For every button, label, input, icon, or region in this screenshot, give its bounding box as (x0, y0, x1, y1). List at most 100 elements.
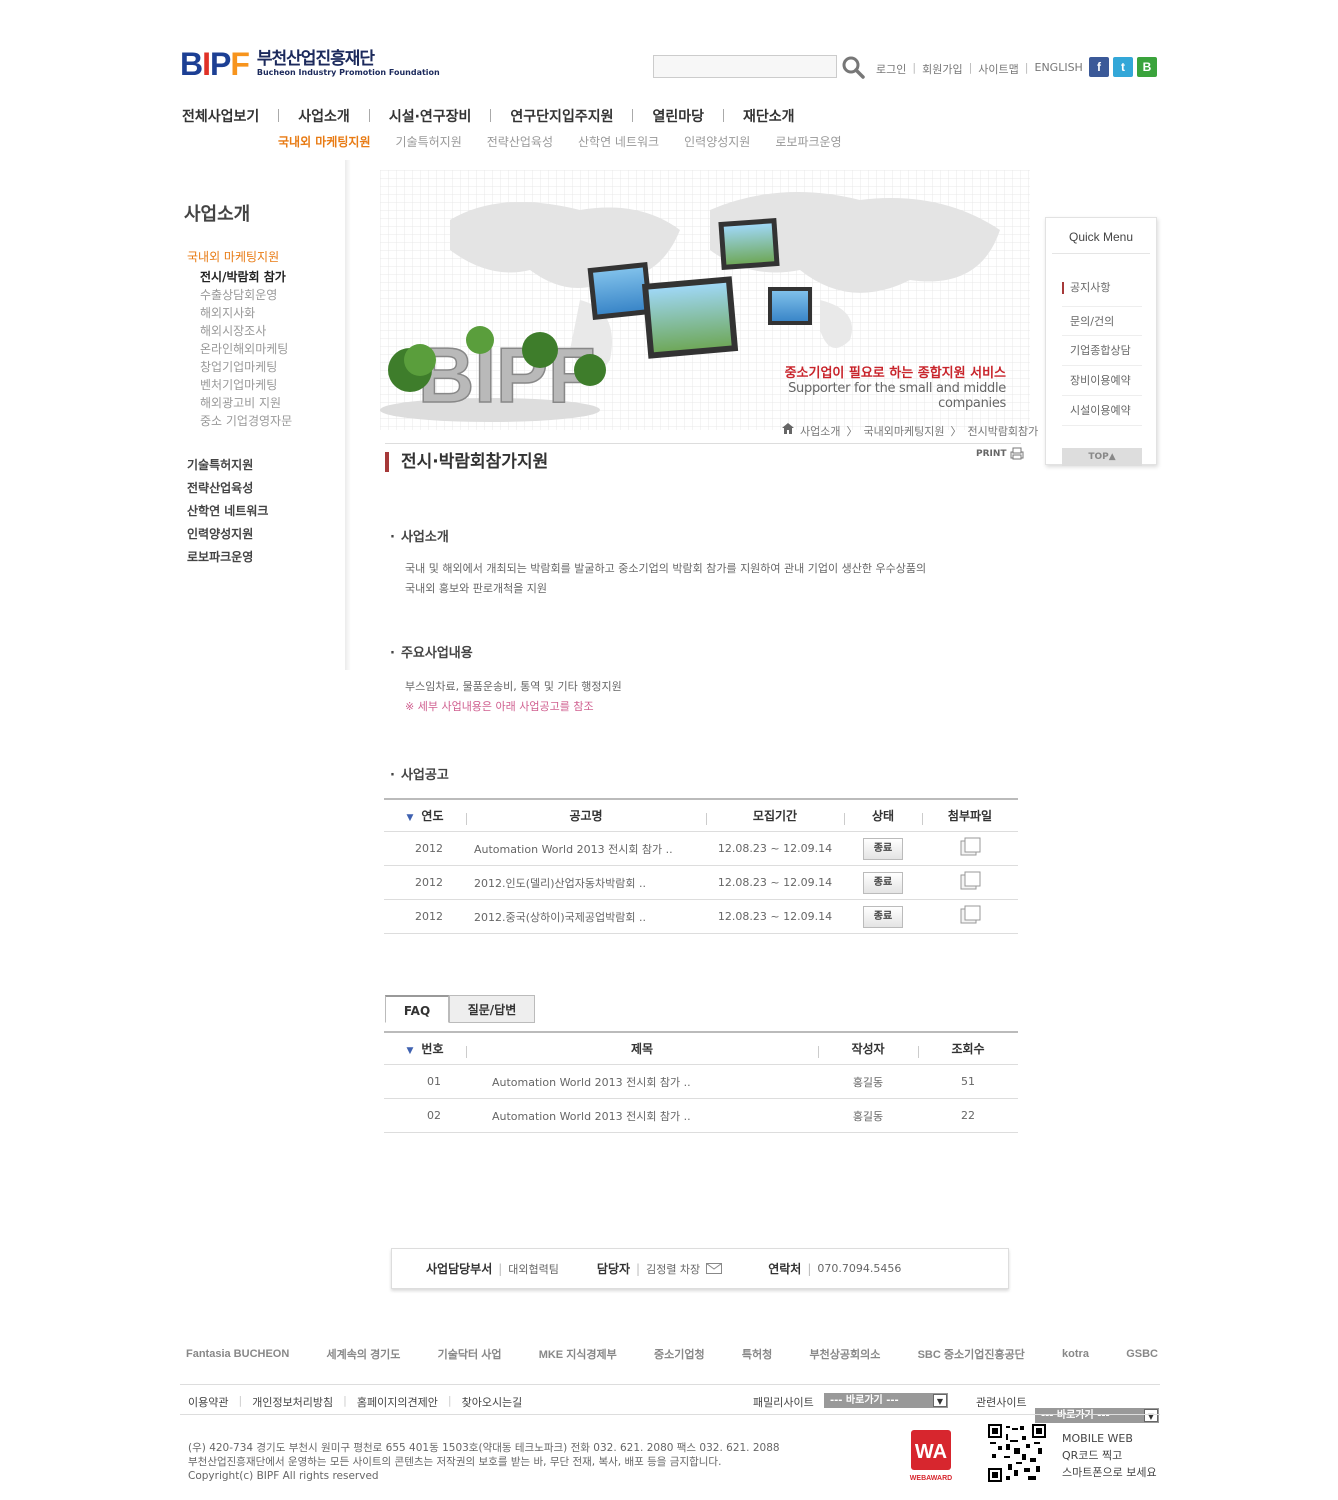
left-sub-item[interactable]: 창업기업마케팅 (200, 358, 292, 376)
home-icon[interactable] (782, 423, 794, 434)
subnav-marketing[interactable]: 국내외 마케팅지원 (278, 133, 371, 150)
partner-logo[interactable]: 특허청 (742, 1346, 772, 1362)
quick-item[interactable]: 시설이용예약 (1062, 396, 1142, 426)
subnav-network[interactable]: 산학연 네트워크 (578, 133, 659, 150)
twitter-icon[interactable]: t (1113, 57, 1133, 77)
table-row[interactable]: 01 Automation World 2013 전시회 참가 .. 홍길동 5… (384, 1065, 1018, 1099)
file-icon[interactable] (960, 905, 981, 925)
login-link[interactable]: 로그인 (876, 61, 906, 77)
quick-item[interactable]: 공지사항 (1062, 282, 1142, 294)
sitemap-link[interactable]: 사이트맵 (978, 61, 1018, 77)
cell-title[interactable]: Automation World 2013 전시회 참가 .. (474, 841, 706, 857)
subnav-robopark[interactable]: 로보파크운영 (775, 133, 841, 150)
file-icon[interactable] (960, 837, 981, 857)
tab-qna[interactable]: 질문/답변 (449, 995, 535, 1023)
quick-item[interactable]: 문의/건의 (1062, 306, 1142, 336)
left-sub-item[interactable]: 중소 기업경영자문 (200, 412, 292, 430)
partner-logo[interactable]: 중소기업청 (654, 1346, 705, 1362)
cell-title[interactable]: Automation World 2013 전시회 참가 .. (484, 1108, 818, 1124)
search-button[interactable] (840, 54, 866, 80)
table-row[interactable]: 2012 Automation World 2013 전시회 참가 .. 12.… (384, 832, 1018, 866)
col-status: 상태 (844, 807, 922, 825)
partner-logo[interactable]: 부천상공회의소 (809, 1346, 880, 1362)
privacy-link[interactable]: 개인정보처리방침 (252, 1394, 333, 1410)
mobile-web-text: MOBILE WEB QR코드 찍고 스마트폰으로 보세요 (1062, 1430, 1157, 1481)
left-item[interactable]: 로보파크운영 (187, 546, 268, 569)
left-divider (345, 160, 351, 670)
table-row[interactable]: 02 Automation World 2013 전시회 참가 .. 홍길동 2… (384, 1099, 1018, 1133)
subnav-hr[interactable]: 인력양성지원 (684, 133, 750, 150)
left-sub-item[interactable]: 온라인해외마케팅 (200, 340, 292, 358)
directions-link[interactable]: 찾아오시는길 (462, 1394, 523, 1410)
partner-logo[interactable]: MKE 지식경제부 (539, 1346, 617, 1362)
partner-logo[interactable]: Fantasia BUCHEON (186, 1348, 289, 1360)
left-sub-item[interactable]: 벤처기업마케팅 (200, 376, 292, 394)
gnb-business[interactable]: 사업소개 (298, 106, 369, 126)
logo-subtitle: Bucheon Industry Promotion Foundation (256, 68, 440, 77)
site-logo[interactable]: BIPF 부천산업진흥재단 Bucheon Industry Promotion… (180, 48, 440, 80)
terms-link[interactable]: 이용약관 (188, 1394, 228, 1410)
join-link[interactable]: 회원가입 (922, 61, 962, 77)
left-item[interactable]: 기술특허지원 (187, 454, 268, 477)
subnav-patent[interactable]: 기술특허지원 (396, 133, 462, 150)
quick-item[interactable]: 기업종합상담 (1062, 336, 1142, 366)
left-sub-item[interactable]: 수출상담회운영 (200, 286, 292, 304)
partner-logo[interactable]: GSBC (1126, 1348, 1158, 1360)
gnb-foundation[interactable]: 재단소개 (743, 106, 814, 126)
left-sub-item[interactable]: 해외시장조사 (200, 322, 292, 340)
partner-logo[interactable]: 세계속의 경기도 (327, 1346, 401, 1362)
search-input[interactable] (653, 55, 837, 78)
tab-faq[interactable]: FAQ (385, 995, 449, 1023)
partner-logo[interactable]: 기술닥터 사업 (438, 1346, 502, 1362)
gnb-all[interactable]: 전체사업보기 (182, 106, 278, 126)
file-icon[interactable] (960, 871, 981, 891)
left-sub-item[interactable]: 해외지사화 (200, 304, 292, 322)
left-item[interactable]: 전략산업육성 (187, 477, 268, 500)
left-item[interactable]: 인력양성지원 (187, 523, 268, 546)
gnb-facility[interactable]: 시설·연구장비 (389, 106, 491, 126)
family-site-select[interactable]: --- 바로가기 --- ▼ (824, 1393, 948, 1408)
status-badge[interactable]: 종료 (863, 905, 903, 928)
slogan-en: Supporter for the small and middle compa… (788, 381, 1006, 411)
col-title: 공고명 (466, 807, 706, 825)
mail-icon[interactable] (706, 1263, 723, 1274)
table-row[interactable]: 2012 2012.인도(델리)산업자동차박람회 .. 12.08.23 ~ 1… (384, 866, 1018, 900)
intro-line: 국내 및 해외에서 개최되는 박람회를 발굴하고 중소기업의 박람회 참가를 지… (405, 562, 927, 575)
cell-year: 2012 (415, 876, 443, 889)
quick-item[interactable]: 장비이용예약 (1062, 366, 1142, 396)
status-badge[interactable]: 종료 (863, 837, 903, 860)
left-item[interactable]: 산학연 네트워크 (187, 500, 268, 523)
suggest-link[interactable]: 홈페이지의견제안 (357, 1394, 438, 1410)
divider (180, 1414, 1160, 1415)
printer-icon (1010, 447, 1024, 460)
gnb-open[interactable]: 열린마당 (652, 106, 723, 126)
chevron-down-icon: ▼ (1144, 1409, 1158, 1422)
subnav-strategy[interactable]: 전략산업육성 (487, 133, 553, 150)
left-menu-active[interactable]: 국내외 마케팅지원 (187, 248, 279, 265)
divider (180, 1384, 1160, 1385)
top-button[interactable]: TOP▲ (1062, 448, 1142, 466)
english-link[interactable]: ENGLISH (1035, 61, 1083, 77)
blog-icon[interactable]: B (1137, 57, 1157, 77)
cell-no: 01 (427, 1075, 441, 1088)
col-author: 작성자 (818, 1040, 918, 1058)
cell-title[interactable]: Automation World 2013 전시회 참가 .. (484, 1074, 818, 1090)
left-sub-item[interactable]: 전시/박람회 참가 (200, 268, 292, 286)
related-site-select[interactable]: --- 바로가기 --- ▼ (1035, 1408, 1159, 1423)
table-row[interactable]: 2012 2012.중국(상하이)국제공업박람회 .. 12.08.23 ~ 1… (384, 900, 1018, 934)
cell-title[interactable]: 2012.인도(델리)산업자동차박람회 .. (474, 875, 706, 891)
breadcrumb-item[interactable]: 사업소개 (800, 423, 840, 439)
cell-title[interactable]: 2012.중국(상하이)국제공업박람회 .. (474, 909, 706, 925)
mobile-line: QR코드 찍고 (1062, 1449, 1123, 1462)
breadcrumb-item[interactable]: 전시박람회참가 (967, 423, 1038, 439)
gnb-research[interactable]: 연구단지입주지원 (510, 106, 632, 126)
left-sub-item[interactable]: 해외광고비 지원 (200, 394, 292, 412)
print-button[interactable]: PRINT (976, 447, 1024, 460)
partner-logo[interactable]: SBC 중소기업진흥공단 (918, 1346, 1025, 1362)
partner-logo[interactable]: kotra (1062, 1348, 1089, 1360)
cell-views: 22 (961, 1109, 975, 1122)
status-badge[interactable]: 종료 (863, 871, 903, 894)
breadcrumb-item[interactable]: 국내외마케팅지원 (863, 423, 944, 439)
facebook-icon[interactable]: f (1089, 57, 1109, 77)
sub-nav: 국내외 마케팅지원 기술특허지원 전략산업육성 산학연 네트워크 인력양성지원 … (278, 133, 842, 150)
